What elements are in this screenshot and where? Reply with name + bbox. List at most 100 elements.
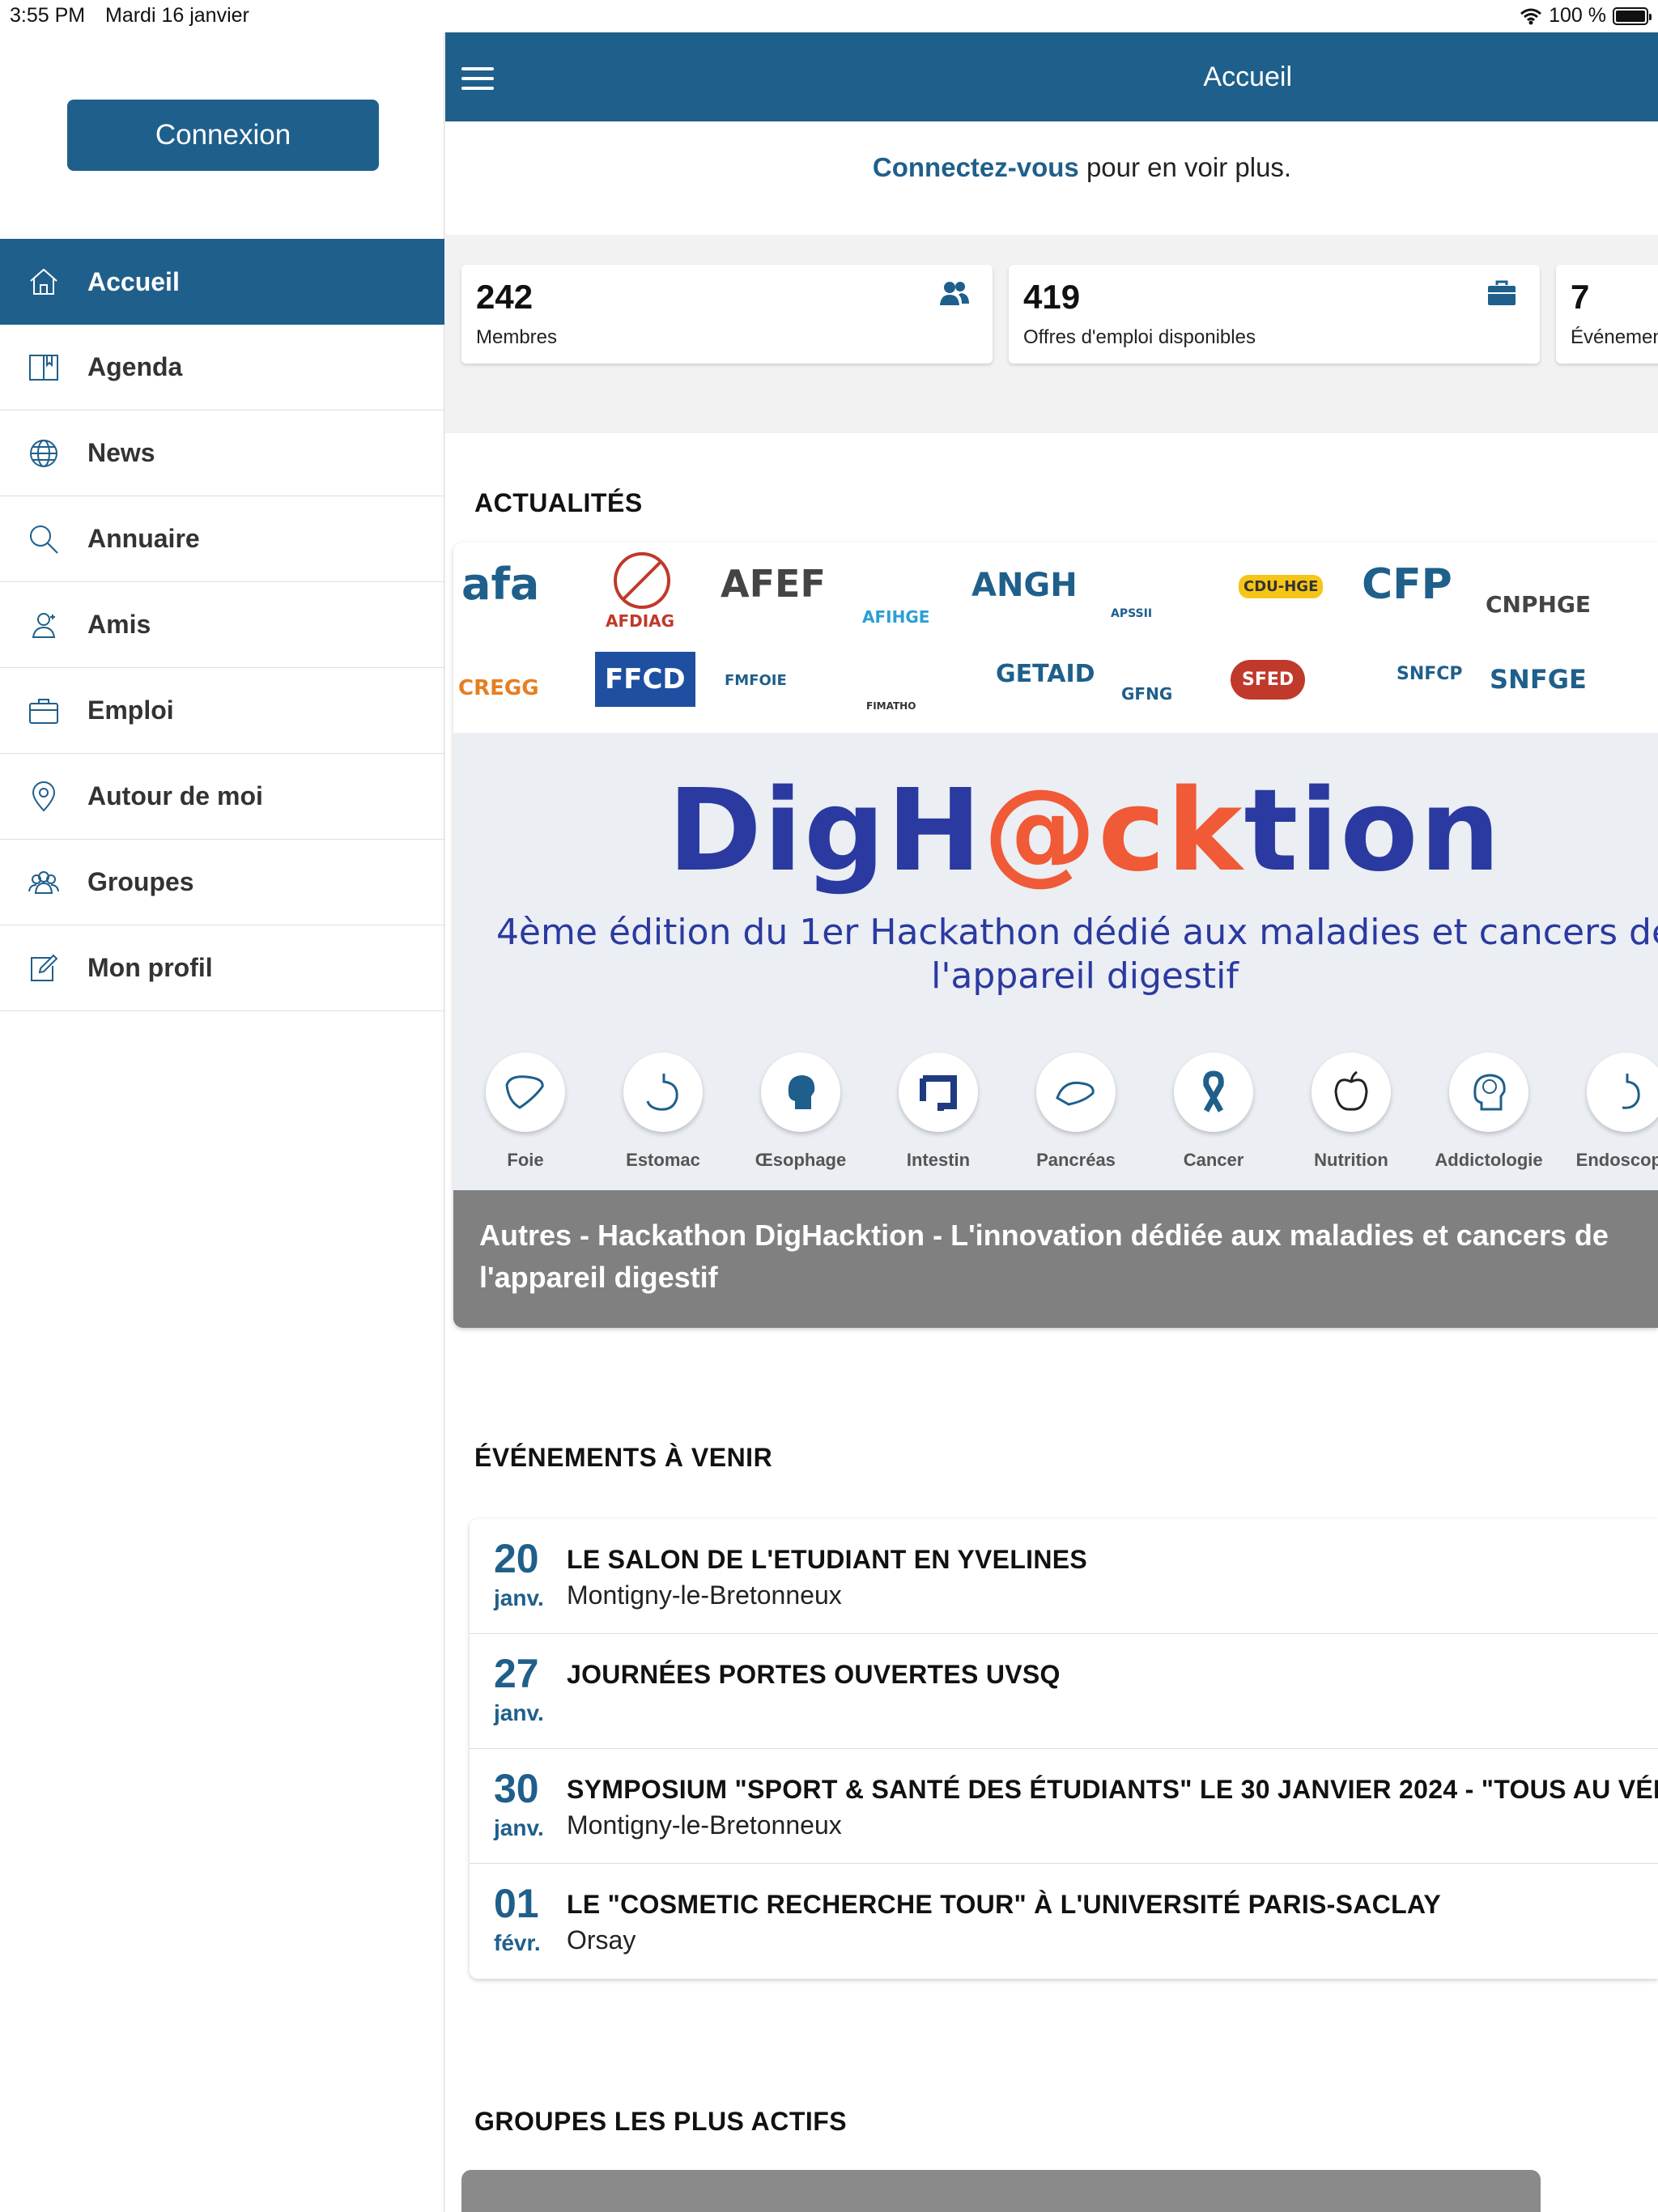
event-title: LE "COSMETIC RECHERCHE TOUR" À L'UNIVERS…	[567, 1890, 1442, 1919]
sidebar-item-annuaire[interactable]: Annuaire	[0, 496, 444, 582]
logo-cdu-hge: CDU-HGE	[1239, 575, 1324, 598]
sidebar-item-groupes[interactable]: Groupes	[0, 840, 444, 925]
connect-link[interactable]: Connectez-vous	[873, 152, 1079, 182]
event-location: Orsay	[567, 1925, 636, 1955]
stats-row: 242 Membres 419 Offres d'emploi disponib…	[461, 265, 1658, 364]
sidebar-item-label: Accueil	[87, 266, 180, 296]
logo-afdiag: AFDIAG	[606, 611, 675, 631]
event-title: LE SALON DE L'ETUDIANT EN YVELINES	[567, 1545, 1088, 1574]
stomach-icon	[646, 1074, 678, 1111]
stat-value: 419	[1023, 278, 1081, 316]
stat-label: Membres	[476, 326, 558, 348]
event-month: janv.	[494, 1700, 544, 1725]
event-month: janv.	[494, 1585, 544, 1610]
news-section-title: ACTUALITÉS	[474, 488, 643, 517]
organ-addictologie: Addictologie	[1435, 1053, 1543, 1171]
stat-value: 242	[476, 278, 534, 316]
intestine-icon	[920, 1075, 957, 1111]
sidebar-item-label: Groupes	[87, 867, 194, 896]
organ-icons-row: Foie Estomac Œsophage Intestin Pancréas …	[486, 1053, 1658, 1171]
logo-apssii: APSSII	[1111, 607, 1153, 620]
sidebar-item-news[interactable]: News	[0, 410, 444, 496]
stat-card-jobs[interactable]: 419 Offres d'emploi disponibles	[1009, 265, 1540, 364]
stat-label: Événements	[1571, 326, 1658, 348]
event-item[interactable]: 27 janv. JOURNÉES PORTES OUVERTES UVSQ	[470, 1634, 1658, 1749]
event-item[interactable]: 20 janv. LE SALON DE L'ETUDIANT EN YVELI…	[470, 1519, 1658, 1634]
organ-foie: Foie	[486, 1053, 565, 1171]
news-card[interactable]: afa AFDIAG AFEF AFIHGE ANGH APSSII CDU-H…	[453, 542, 1658, 1328]
battery-icon	[1613, 6, 1652, 25]
logo-sfed: SFED	[1231, 660, 1306, 700]
event-title: SYMPOSIUM "SPORT & SANTÉ DES ÉTUDIANTS" …	[567, 1775, 1658, 1804]
sidebar-item-label: Emploi	[87, 696, 174, 725]
logo-snfcp: SNFCP	[1397, 664, 1463, 684]
search-icon	[24, 520, 63, 559]
sidebar-item-amis[interactable]: Amis	[0, 582, 444, 668]
stat-card-members[interactable]: 242 Membres	[461, 265, 993, 364]
logo-ffcd: FFCD	[595, 652, 695, 707]
globe-icon	[24, 434, 63, 473]
status-date: Mardi 16 janvier	[105, 4, 249, 27]
logo-snfge: SNFGE	[1490, 664, 1587, 695]
organ-intestin: Intestin	[899, 1053, 978, 1171]
event-day: 30	[494, 1766, 539, 1811]
person-icon	[24, 606, 63, 644]
home-icon	[24, 262, 63, 301]
organ-estomac: Estomac	[623, 1053, 703, 1171]
briefcase-icon	[1488, 280, 1516, 305]
sidebar-item-label: Amis	[87, 610, 151, 639]
logo-fmfoie: FMFOIE	[725, 672, 787, 689]
login-button[interactable]: Connexion	[67, 100, 379, 171]
hackathon-banner-image: DigH@cktion 4ème édition du 1er Hackatho…	[453, 733, 1658, 1190]
sidebar-item-emploi[interactable]: Emploi	[0, 668, 444, 754]
event-month: janv.	[494, 1815, 544, 1840]
ribbon-icon	[1203, 1070, 1224, 1112]
location-pin-icon	[24, 777, 63, 816]
status-time: 3:55 PM	[10, 4, 86, 27]
logo-afa: afa	[461, 559, 540, 610]
sidebar-item-label: Annuaire	[87, 524, 200, 553]
organ-cancer: Cancer	[1174, 1053, 1253, 1171]
battery-percent: 100 %	[1549, 4, 1606, 27]
sidebar-item-autour-de-moi[interactable]: Autour de moi	[0, 754, 444, 840]
wifi-icon	[1520, 8, 1542, 24]
events-list: 20 janv. LE SALON DE L'ETUDIANT EN YVELI…	[470, 1519, 1658, 1979]
banner-title: DigH@cktion	[667, 765, 1503, 897]
news-caption-text: Autres - Hackathon DigHacktion - L'innov…	[479, 1219, 1609, 1294]
stat-value: 7	[1571, 278, 1590, 316]
event-location: Montigny-le-Bretonneux	[567, 1580, 842, 1610]
logo-gfng: GFNG	[1121, 684, 1173, 704]
organ-pancreas: Pancréas	[1036, 1053, 1116, 1171]
organ-oesophage: Œsophage	[755, 1053, 846, 1171]
organ-nutrition: Nutrition	[1312, 1053, 1391, 1171]
sidebar-nav: Accueil Agenda News Annuaire Amis Emploi…	[0, 239, 444, 1011]
logo-afihge: AFIHGE	[862, 607, 930, 627]
sidebar-item-accueil[interactable]: Accueil	[0, 239, 444, 325]
sidebar-item-mon-profil[interactable]: Mon profil	[0, 925, 444, 1011]
event-day: 01	[494, 1881, 539, 1926]
event-month: févr.	[494, 1930, 541, 1955]
status-bar: 3:55 PM Mardi 16 janvier 100 %	[0, 0, 1658, 32]
logo-cnphge: CNPHGE	[1486, 591, 1592, 618]
endoscopy-icon	[1622, 1074, 1640, 1109]
apple-icon	[1334, 1070, 1368, 1111]
briefcase-icon	[24, 691, 63, 730]
stat-card-events[interactable]: 7 Événements	[1556, 265, 1658, 364]
event-item[interactable]: 01 févr. LE "COSMETIC RECHERCHE TOUR" À …	[470, 1864, 1658, 1979]
group-card[interactable]	[461, 2170, 1541, 2212]
groups-section-title: GROUPES LES PLUS ACTIFS	[474, 2107, 848, 2136]
event-item[interactable]: 30 janv. SYMPOSIUM "SPORT & SANTÉ DES ÉT…	[470, 1749, 1658, 1864]
top-app-bar: Accueil	[445, 32, 1658, 121]
organ-endoscopie: Endoscopie	[1576, 1053, 1658, 1171]
banner-subtitle: 4ème édition du 1er Hackathon dédié aux …	[495, 912, 1658, 997]
sidebar-item-label: Agenda	[87, 352, 183, 381]
connect-text: Connectez-vous pour en voir plus.	[445, 152, 1658, 183]
sidebar-item-agenda[interactable]: Agenda	[0, 325, 444, 410]
pancreas-icon	[1056, 1081, 1095, 1106]
event-location: Montigny-le-Bretonneux	[567, 1810, 842, 1840]
members-icon	[940, 282, 969, 305]
agenda-book-icon	[24, 348, 63, 387]
page-title: Accueil	[1203, 62, 1292, 92]
sidebar-item-label: News	[87, 438, 155, 467]
logo-cregg: CREGG	[458, 676, 539, 700]
